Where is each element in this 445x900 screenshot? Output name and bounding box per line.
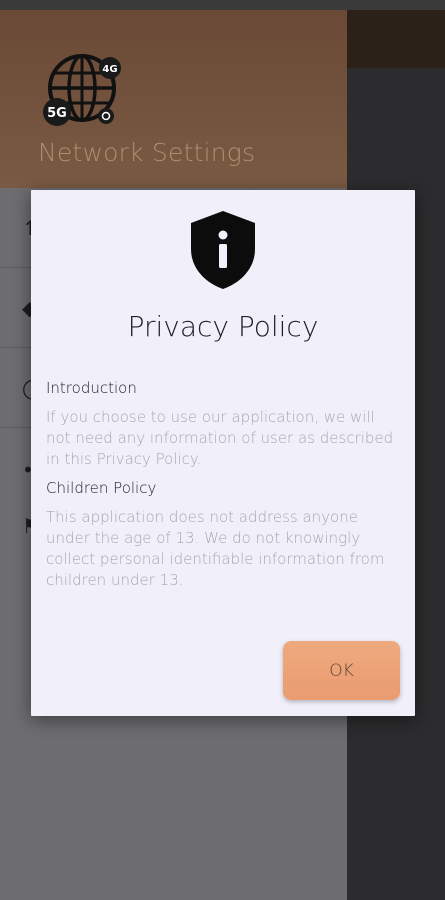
section-body-introduction: If you choose to use our application, we…: [46, 408, 394, 468]
section-body-children-policy: This application does not address anyone…: [46, 508, 385, 589]
status-bar: [0, 0, 445, 10]
section-heading-introduction: Introduction: [46, 379, 137, 397]
badge-5g: 5G: [47, 106, 67, 121]
shield-info-icon: [191, 211, 255, 289]
dialog-title: Privacy Policy: [127, 310, 319, 343]
globe-network-icon: 4G 5G: [43, 54, 121, 126]
section-heading-children-policy: Children Policy: [46, 479, 157, 497]
ok-button[interactable]: OK: [283, 641, 400, 700]
badge-4g: 4G: [102, 64, 117, 75]
drawer-title: Network Settings: [38, 138, 256, 167]
app-toolbar: [345, 10, 445, 68]
drawer-header: 4G 5G Network Settings: [0, 10, 347, 188]
privacy-policy-dialog: Privacy Policy Introduction If you choos…: [31, 190, 415, 716]
